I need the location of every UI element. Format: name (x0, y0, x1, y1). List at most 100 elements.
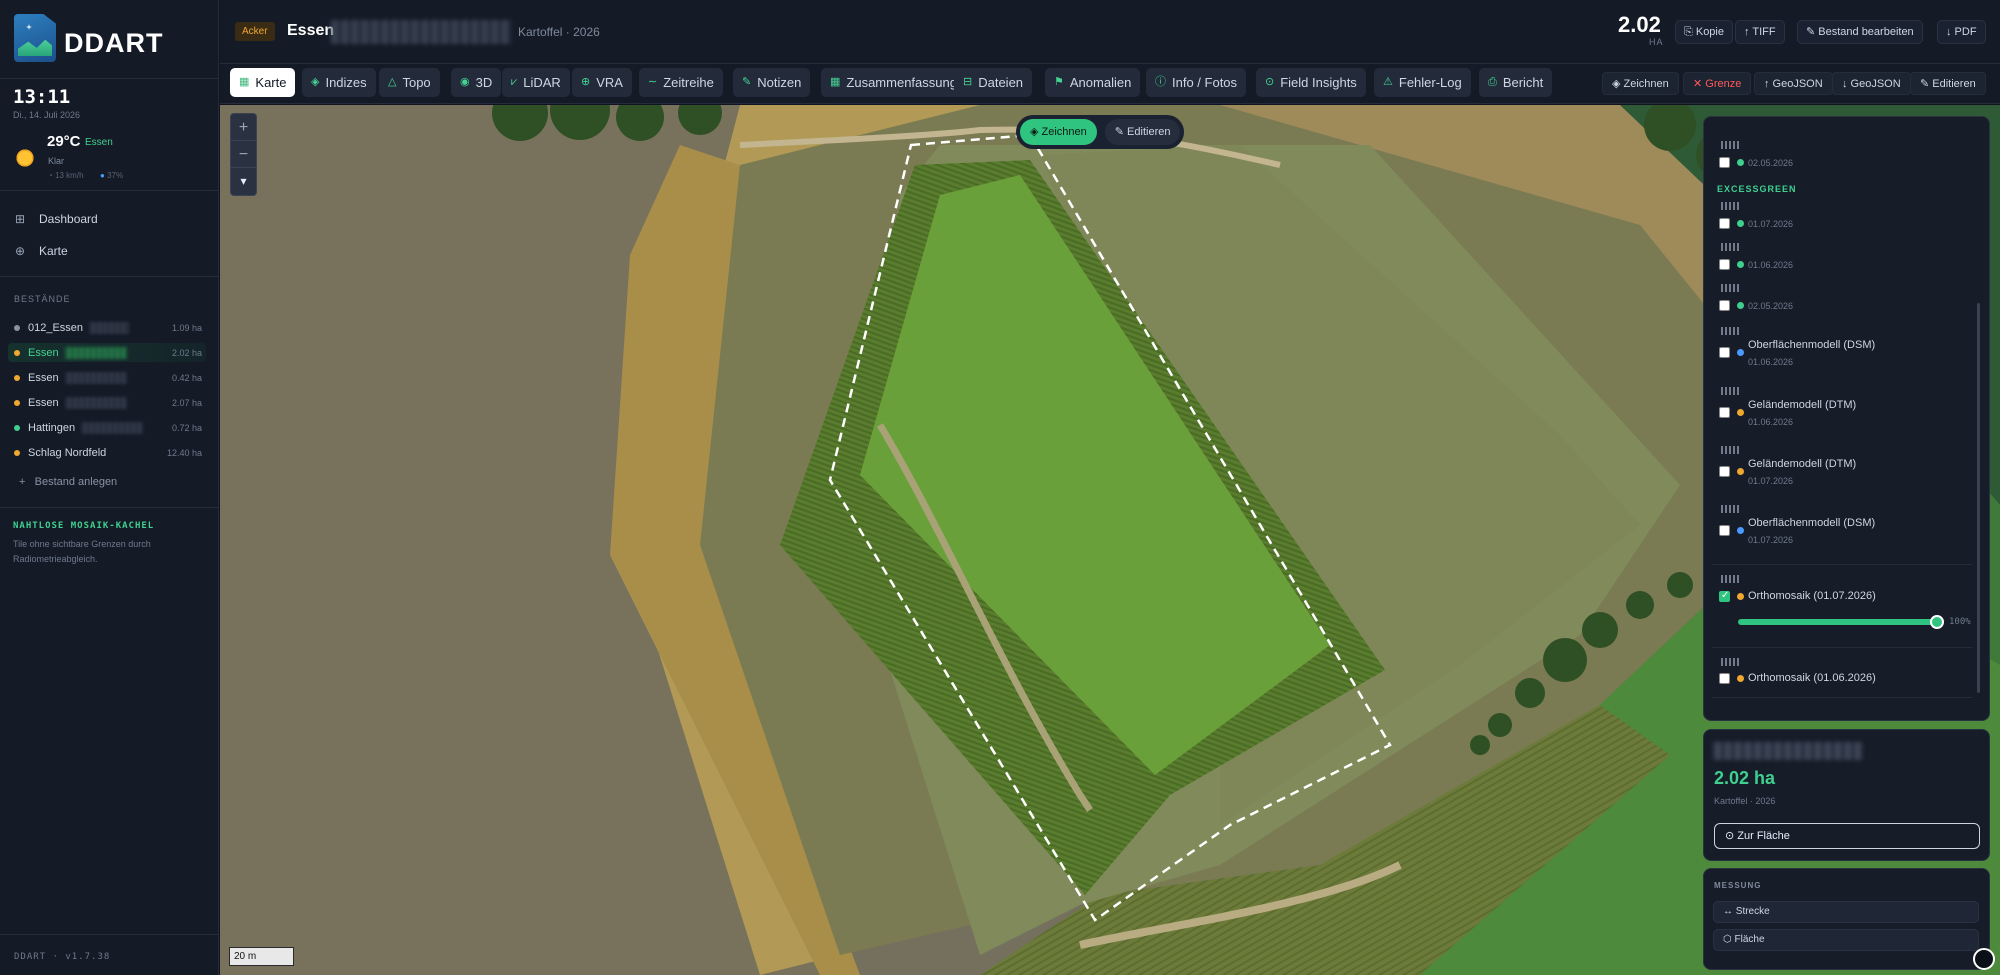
draw-mode-button[interactable]: ◈ Zeichnen (1020, 119, 1097, 145)
tab-icon: ⓘ (1155, 76, 1166, 88)
drag-handle-icon[interactable] (1721, 327, 1739, 335)
copy-button[interactable]: ⎘ Kopie (1675, 20, 1733, 44)
logo[interactable]: DDART (14, 14, 164, 62)
layer-checkbox[interactable] (1719, 525, 1730, 536)
tab-3d[interactable]: ◉ 3D (451, 68, 502, 97)
layer-checkbox[interactable] (1719, 347, 1730, 358)
nav-karte[interactable]: ⊕ Karte (15, 242, 68, 260)
tab-info-fotos[interactable]: ⓘ Info / Fotos (1146, 68, 1247, 97)
pdf-export-button[interactable]: ↓ PDF (1937, 20, 1986, 44)
tab-zeitreihe[interactable]: ∼ Zeitreihe (639, 68, 723, 97)
layer-checkbox[interactable] (1719, 157, 1730, 168)
drag-handle-icon[interactable] (1721, 284, 1739, 292)
sidebar: DDART 13:11 Di., 14. Juli 2026 29°C Esse… (0, 0, 219, 975)
drag-handle-icon[interactable] (1721, 505, 1739, 513)
mosaic-title: NAHTLOSE MOSAIK-KACHEL (13, 521, 155, 531)
stand-status-dot (14, 374, 20, 381)
zoom-out-button[interactable]: − (231, 141, 256, 168)
stand-item[interactable]: Essen 2.02 ha (8, 343, 206, 362)
tab-vra[interactable]: ⊕ VRA (572, 68, 632, 97)
divider (1712, 647, 1972, 648)
tab-topo[interactable]: △ Topo (379, 68, 440, 97)
opacity-slider-handle[interactable] (1930, 615, 1944, 629)
measure-distance-button[interactable]: ↔ Strecke (1713, 901, 1979, 923)
tab-label: Karte (255, 75, 287, 90)
tab-icon: ⊙ (1265, 76, 1275, 88)
tab-notizen[interactable]: ✎ Notizen (733, 68, 811, 97)
boundary-tool-button[interactable]: ✕ Grenze (1683, 72, 1752, 95)
zoom-to-field-button[interactable]: ⊙ Zur Fläche (1714, 823, 1980, 849)
redacted-text (81, 421, 144, 434)
download-geojson-button[interactable]: ↓ GeoJSON (1832, 72, 1911, 95)
measure-area-button[interactable]: ⬡ Fläche (1713, 929, 1979, 951)
ortho-active-checkbox[interactable] (1719, 590, 1730, 602)
stand-name: Essen (28, 396, 59, 409)
layer-date: 01.07.2026 (1748, 219, 1794, 229)
layer-checkbox[interactable] (1719, 300, 1730, 311)
plus-icon: + (19, 476, 29, 488)
layer-checkbox[interactable] (1719, 466, 1730, 477)
drag-handle-icon[interactable] (1721, 575, 1739, 583)
tab-anomalien[interactable]: ⚑ Anomalien (1045, 68, 1141, 97)
stand-item[interactable]: Schlag Nordfeld 12.40 ha (8, 443, 206, 462)
zoom-in-button[interactable]: + (231, 114, 256, 141)
tab-karte[interactable]: ▦ Karte (230, 68, 296, 97)
droplet-icon: ● (100, 171, 108, 180)
ortho-other-checkbox[interactable] (1719, 673, 1730, 684)
layer-checkbox[interactable] (1719, 407, 1730, 418)
edit-stand-button[interactable]: ✎ Bestand bearbeiten (1797, 20, 1923, 44)
stand-area: 2.07 ha (171, 397, 202, 408)
drag-handle-icon[interactable] (1721, 202, 1739, 210)
edit-mode-button[interactable]: ✎ Editieren (1104, 119, 1181, 145)
nav-label: Dashboard (39, 212, 98, 226)
stand-name: Hattingen (28, 421, 76, 434)
layer-color-dot (1737, 261, 1744, 268)
tab-icon: ∼ (648, 76, 658, 88)
edit-tool-button[interactable]: ✎ Editieren (1910, 72, 1986, 95)
stand-item[interactable]: Essen 0.42 ha (8, 368, 206, 387)
tab-bericht[interactable]: ⎙ Bericht (1479, 68, 1553, 97)
drag-handle-icon[interactable] (1721, 387, 1739, 395)
tiff-export-button[interactable]: ↑ TIFF (1735, 20, 1785, 44)
drag-handle-icon[interactable] (1721, 141, 1739, 149)
draw-tool-button[interactable]: ◈ Zeichnen (1602, 72, 1679, 95)
ortho-active-name: Orthomosaik (01.07.2026) (1748, 590, 1876, 602)
upload-geojson-button[interactable]: ↑ GeoJSON (1754, 72, 1833, 95)
tab-label: 3D (475, 75, 493, 90)
app-version: DDART · v1.7.38 (14, 952, 111, 962)
drag-handle-icon[interactable] (1721, 658, 1739, 666)
help-icon[interactable] (1973, 948, 1995, 970)
add-stand-button[interactable]: + Bestand anlegen (19, 476, 117, 488)
tab-icon: ◈ (311, 76, 320, 88)
redacted-field-name (1713, 742, 1863, 760)
layer-date: 01.07.2026 (1748, 476, 1794, 486)
stand-item[interactable]: Hattingen 0.72 ha (8, 418, 206, 437)
wind-speed: ◔ 13 km/h (48, 171, 84, 180)
tab-field-insights[interactable]: ⊙ Field Insights (1256, 68, 1366, 97)
app-root: DDART 13:11 Di., 14. Juli 2026 29°C Esse… (0, 0, 2000, 975)
reset-north-button[interactable]: ▾ (231, 168, 256, 195)
layer-scrollbar[interactable] (1977, 303, 1980, 693)
stand-item[interactable]: Essen 2.07 ha (8, 393, 206, 412)
tab-lidar[interactable]: ⩗ LiDAR (502, 68, 570, 97)
opacity-slider[interactable] (1738, 619, 1938, 625)
divider (0, 190, 219, 191)
measure-label: MESSUNG (1714, 881, 1762, 890)
drag-handle-icon[interactable] (1721, 446, 1739, 454)
tab-label: Dateien (978, 75, 1024, 90)
tab-label: Zeitreihe (663, 75, 714, 90)
nav-dashboard[interactable]: ⊞ Dashboard (15, 210, 98, 228)
drag-handle-icon[interactable] (1721, 243, 1739, 251)
redacted-text (89, 321, 130, 334)
tab-dateien[interactable]: ⊟ Dateien (954, 68, 1033, 97)
weather-city: Essen (85, 137, 113, 148)
stand-item[interactable]: 012_Essen 1.09 ha (8, 318, 206, 337)
tab-zusammenfassung[interactable]: ▦ Zusammenfassung (821, 68, 966, 97)
layer-panel: 02.05.2026 EXCESSGREEN 01.07.2026 01.06.2… (1703, 116, 1990, 721)
field-name: Essen (287, 22, 335, 39)
tab-fehler-log[interactable]: ⚠ Fehler-Log (1374, 68, 1471, 97)
tab-indizes[interactable]: ◈ Indizes (302, 68, 376, 97)
stand-area: 0.42 ha (171, 372, 202, 383)
layer-checkbox[interactable] (1719, 218, 1730, 229)
layer-checkbox[interactable] (1719, 259, 1730, 270)
